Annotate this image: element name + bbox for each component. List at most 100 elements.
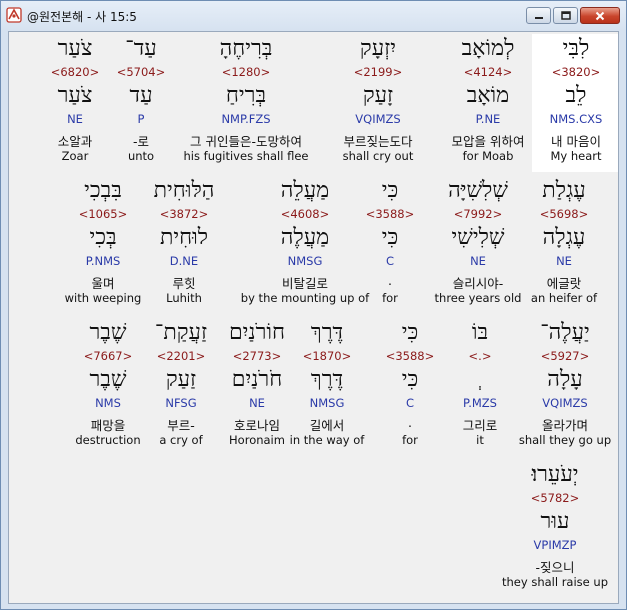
- hebrew-word: יִזְעָק: [359, 36, 397, 61]
- hebrew-word: יְעֹעֵרוּ׃: [531, 462, 579, 487]
- english-gloss: by the mounting up of: [240, 291, 370, 305]
- hebrew-lemma: עוּר: [540, 509, 570, 534]
- english-gloss: shall cry out: [342, 149, 414, 163]
- app-icon: [6, 7, 22, 23]
- hebrew-word: עֶגְלַת: [542, 178, 586, 203]
- parsing-code: NMS: [95, 396, 121, 410]
- hebrew-word: יַעֲלֶה־: [540, 320, 590, 345]
- verse-line: יְעֹעֵרוּ׃ <5782> עוּר VPIMZP -짖으니 they shall…: [9, 460, 618, 600]
- korean-gloss: 소알과: [57, 134, 93, 149]
- english-gloss: an heifer of: [530, 291, 598, 305]
- word-column[interactable]: יִזְעָק <2199> זָעַק VQIMZS 부르짖는도다 shall cry …: [334, 34, 422, 172]
- close-button[interactable]: [580, 7, 620, 24]
- word-column[interactable]: בְּרִיחֶהָ <1280> בְּרִיחַ NMP.FZS 그 귀인들은-도망…: [171, 34, 321, 172]
- hebrew-word: בְּרִיחֶהָ: [219, 36, 273, 61]
- strong-number: <1065>: [78, 207, 128, 221]
- hebrew-lemma: צֹעַר: [57, 83, 93, 108]
- parsing-code: NE: [67, 112, 83, 126]
- word-column[interactable]: בִּבְכִי <1065> בְּכִי P.NMS 울며 with weeping: [59, 176, 147, 314]
- strong-number: <5704>: [116, 65, 166, 79]
- hebrew-word: שְׁלִשִׁיָּה: [448, 178, 508, 203]
- english-gloss: Horonaim: [229, 433, 285, 447]
- korean-gloss: 호로나임: [233, 418, 280, 433]
- english-gloss: Zoar: [61, 149, 89, 163]
- korean-gloss: 모압을 위하여: [451, 134, 525, 149]
- maximize-button[interactable]: [553, 7, 578, 24]
- hebrew-lemma: בְּכִי: [89, 225, 117, 250]
- hebrew-word: לִבִּי: [562, 36, 590, 61]
- window-controls: [526, 7, 620, 24]
- word-column[interactable]: לְמוֹאָב <4124> מוֹאָב P.NE 모압을 위하여 for Moab: [444, 34, 532, 172]
- strong-number: <5698>: [539, 207, 589, 221]
- hebrew-lemma: כִּי: [401, 367, 419, 392]
- korean-gloss: 루힛: [172, 276, 196, 291]
- parsing-code: NMP.FZS: [221, 112, 271, 126]
- parsing-code: VQIMZS: [542, 396, 588, 410]
- word-column[interactable]: שְׁלִשִׁיָּה <7992> שְׁלִישִׁי NE 슬리시야-three…: [434, 176, 522, 314]
- english-gloss: unto: [127, 149, 155, 163]
- strong-number: <3588>: [385, 349, 435, 363]
- strong-number: <5782>: [530, 491, 580, 505]
- word-column[interactable]: לִבִּי <3820> לֵב NMS.CXS 내 마음이 My heart: [532, 34, 618, 172]
- word-column[interactable]: הַלּוּחִית <3872> לוּחִית D.NE 루힛 Luhith: [140, 176, 228, 314]
- hebrew-lemma: חֹרֹנַיִם: [231, 367, 283, 392]
- hebrew-lemma: לוּחִית: [159, 225, 209, 250]
- word-column[interactable]: יַעֲלֶה־ <5927> עָלָה VQIMZS 올라가며 shall they …: [515, 318, 615, 456]
- hebrew-lemma: בְּרִיחַ: [225, 83, 267, 108]
- korean-gloss: 그리로: [462, 418, 498, 433]
- parsing-code: P.NE: [475, 112, 501, 126]
- word-column[interactable]: צֹעַר <6820> צֹעַר NE 소알과 Zoar: [40, 34, 110, 172]
- parsing-code: P.NMS: [85, 254, 121, 268]
- english-gloss: destruction: [75, 433, 141, 447]
- strong-number: <4124>: [463, 65, 513, 79]
- strong-number: <3872>: [159, 207, 209, 221]
- hebrew-lemma: עַד: [129, 83, 153, 108]
- strong-number: <3820>: [551, 65, 601, 79]
- word-column[interactable]: בּוֹ <.>ְ P.MZS 그리로it: [450, 318, 510, 456]
- hebrew-word: הַלּוּחִית: [153, 178, 215, 203]
- word-column[interactable]: שֶׁבֶר <7667> שֶׁבֶר NMS 패망을 destruction: [64, 318, 152, 456]
- parsing-code: VPIMZP: [533, 538, 577, 552]
- hebrew-word: בִּבְכִי: [84, 178, 122, 203]
- parsing-code: NE: [556, 254, 572, 268]
- korean-gloss: 내 마음이: [551, 134, 601, 149]
- english-gloss: for: [402, 433, 418, 447]
- word-column[interactable]: כִּי <3588> כִּי C. for: [380, 318, 440, 456]
- parsing-code: NMSG: [287, 254, 323, 268]
- english-gloss: three years old: [434, 291, 522, 305]
- word-column[interactable]: עַד־ <5704> עַד P -로 unto: [111, 34, 171, 172]
- hebrew-lemma: שֶׁבֶר: [89, 367, 127, 392]
- title-bar[interactable]: @원전본해 - 사 15:5: [1, 1, 626, 31]
- word-column[interactable]: חוֹרֹנַיִם <2773> חֹרֹנַיִם NE 호로나임 Horonaim: [213, 318, 301, 456]
- minimize-icon: [534, 16, 543, 19]
- hebrew-word: עַד־: [125, 36, 157, 61]
- parsing-code: D.NE: [169, 254, 199, 268]
- strong-number: <7992>: [453, 207, 503, 221]
- english-gloss: they shall raise up: [502, 575, 608, 589]
- hebrew-word: חוֹרֹנַיִם: [228, 320, 286, 345]
- korean-gloss: 에글랏: [546, 276, 582, 291]
- word-column[interactable]: מַעֲלֵה <4608> מַעֲלֶה NMSG 비탈길로 by the mount…: [235, 176, 375, 314]
- korean-gloss: 울며: [91, 276, 115, 291]
- parsing-code: NE: [470, 254, 486, 268]
- english-gloss: with weeping: [64, 291, 142, 305]
- word-column[interactable]: עֶגְלַת <5698> עֶגְלָה NE 에글랏 an heifer of: [520, 176, 608, 314]
- hebrew-lemma: עֶגְלָה: [542, 225, 586, 250]
- window-title: @원전본해 - 사 15:5: [27, 10, 137, 24]
- strong-number: <2773>: [232, 349, 282, 363]
- hebrew-word: שֶׁבֶר: [89, 320, 127, 345]
- parsing-code: P.MZS: [463, 396, 497, 410]
- strong-number: <6820>: [50, 65, 100, 79]
- verse-line: עֶגְלַת <5698> עֶגְלָה NE 에글랏 an heifer of שְׁ…: [9, 176, 618, 316]
- parsing-code: C: [405, 396, 415, 410]
- korean-gloss: .: [408, 415, 412, 430]
- word-column[interactable]: יְעֹעֵרוּ׃ <5782> עוּר VPIMZP -짖으니 they shall…: [495, 460, 615, 598]
- hebrew-lemma: עָלָה: [547, 367, 583, 392]
- english-gloss: his fugitives shall flee: [183, 149, 309, 163]
- korean-gloss: 올라가며: [541, 418, 588, 433]
- parsing-code: P: [137, 112, 145, 126]
- strong-number: <.>: [468, 349, 492, 363]
- english-gloss: Luhith: [166, 291, 202, 305]
- strong-number: <5927>: [540, 349, 590, 363]
- minimize-button[interactable]: [526, 7, 551, 24]
